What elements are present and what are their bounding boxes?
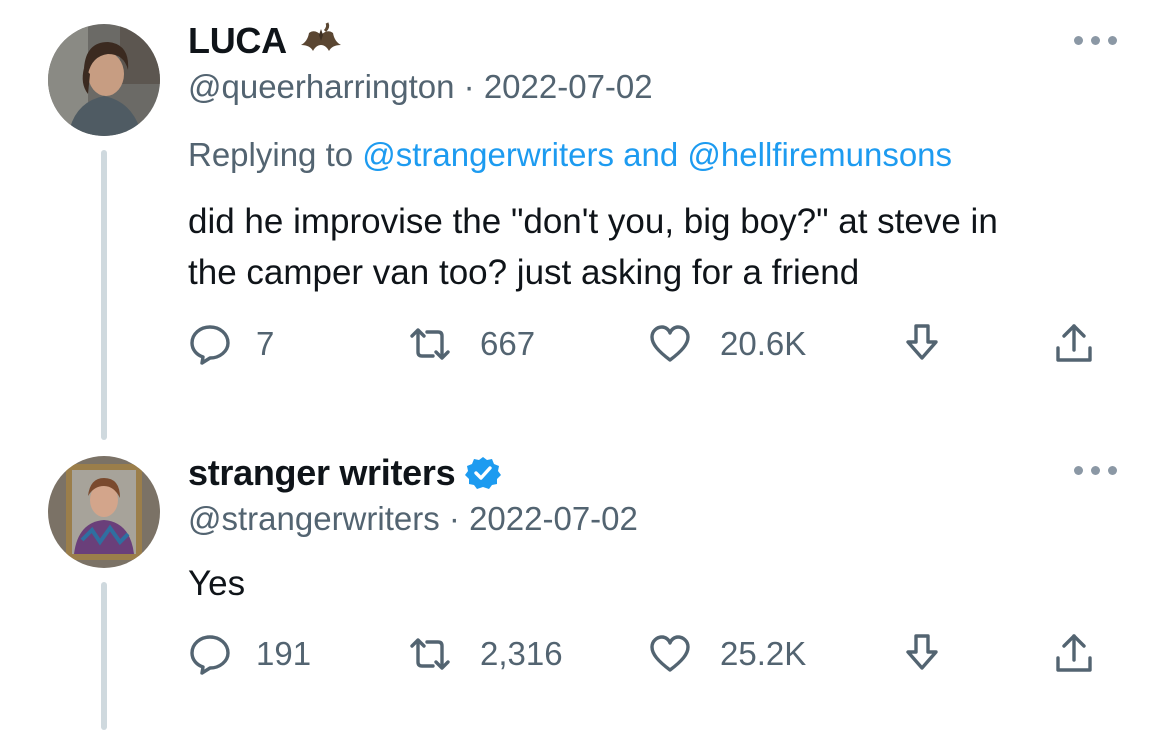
- like-count: 25.2K: [720, 635, 807, 672]
- display-name[interactable]: LUCA: [188, 20, 287, 62]
- replying-to: Replying to @strangerwriters and @hellfi…: [188, 136, 952, 174]
- handle[interactable]: @queerharrington: [188, 68, 455, 105]
- meta-separator: ·: [439, 500, 470, 537]
- heart-icon: [650, 635, 690, 672]
- retweet-button[interactable]: 2,316: [408, 632, 563, 676]
- avatar[interactable]: [48, 24, 160, 136]
- like-count: 20.6K: [720, 325, 807, 362]
- handle[interactable]: @strangerwriters: [188, 500, 440, 537]
- bookmark-down-arrow-icon: [906, 324, 938, 360]
- retweet-arrows-icon: [410, 328, 450, 360]
- share-button[interactable]: [1052, 322, 1096, 366]
- share-upload-icon: [1056, 324, 1092, 362]
- save-button[interactable]: [900, 632, 944, 676]
- thread-line: [101, 582, 107, 730]
- tweet-meta: @strangerwriters · 2022-07-02: [188, 500, 638, 538]
- retweet-count: 667: [480, 325, 536, 362]
- tweet-text: Yes: [188, 564, 246, 603]
- reply-count: 7: [256, 325, 275, 362]
- timestamp[interactable]: 2022-07-02: [484, 68, 653, 105]
- meta-separator: ·: [454, 68, 484, 105]
- reply-count: 191: [256, 635, 312, 672]
- tweet[interactable]: stranger writers @strangerwriters · 2022…: [0, 440, 1170, 730]
- like-button[interactable]: 25.2K: [648, 632, 806, 676]
- more-dots-icon[interactable]: [1074, 462, 1118, 478]
- timestamp[interactable]: 2022-07-02: [469, 500, 638, 537]
- retweet-arrows-icon: [410, 638, 450, 670]
- display-name[interactable]: stranger writers: [188, 452, 456, 494]
- mention-link[interactable]: @hellfiremunsons: [687, 136, 952, 173]
- tweet-meta: @queerharrington · 2022-07-02: [188, 68, 653, 106]
- more-dots-icon[interactable]: [1074, 32, 1118, 48]
- retweet-button[interactable]: 667: [408, 322, 535, 366]
- tweet[interactable]: LUCA @queerharrington · 2022-07-02 Reply…: [0, 0, 1170, 440]
- share-button[interactable]: [1052, 632, 1096, 676]
- like-button[interactable]: 20.6K: [648, 322, 806, 366]
- reply-button[interactable]: 191: [188, 632, 311, 676]
- speech-bubble-icon: [190, 325, 230, 365]
- bat-emoji-icon: [300, 22, 341, 51]
- save-button[interactable]: [900, 322, 944, 366]
- mention-link[interactable]: @strangerwriters: [362, 136, 614, 173]
- retweet-count: 2,316: [480, 635, 563, 672]
- replying-prefix: Replying to: [188, 136, 363, 173]
- thread-line: [101, 150, 107, 440]
- verified-badge-icon: [465, 457, 502, 489]
- heart-icon: [650, 325, 690, 362]
- avatar[interactable]: [48, 456, 160, 568]
- bookmark-down-arrow-icon: [906, 634, 938, 670]
- tweet-text: did he improvise the "don't you, big boy…: [188, 202, 998, 292]
- reply-button[interactable]: 7: [188, 322, 274, 366]
- replying-joiner: and: [614, 136, 688, 173]
- share-upload-icon: [1056, 634, 1092, 672]
- speech-bubble-icon: [190, 635, 230, 675]
